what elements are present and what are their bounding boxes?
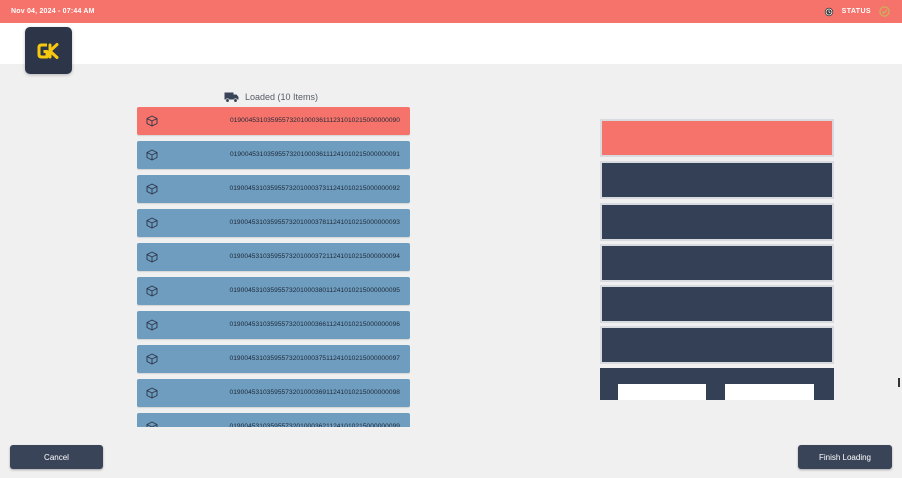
item-code: 0190045310359557320100036611241010215000… xyxy=(229,321,400,328)
truck-icon xyxy=(224,92,239,103)
status-bar: Nov 04, 2024 - 07:44 AM STATUS xyxy=(0,0,902,23)
list-item[interactable]: 0190045310359557320100037811241010215000… xyxy=(137,209,410,237)
list-item[interactable]: 0190045310359557320100036211241010215000… xyxy=(137,413,410,427)
finish-loading-button[interactable]: Finish Loading xyxy=(798,445,892,469)
package-box-icon xyxy=(146,319,158,331)
pallet-layer-5[interactable] xyxy=(600,285,834,323)
package-box-icon xyxy=(146,149,158,161)
item-code: 0190045310359557320100037311241010215000… xyxy=(229,185,400,192)
item-code: 0190045310359557320100036111231010215000… xyxy=(229,117,400,124)
list-item[interactable]: 0190045310359557320100037511241010215000… xyxy=(137,345,410,373)
clock-icon[interactable] xyxy=(824,7,834,17)
list-item[interactable]: 0190045310359557320100036111231010215000… xyxy=(137,107,410,135)
item-code: 0190045310359557320100036211241010215000… xyxy=(229,423,400,427)
pallet-layer-2[interactable] xyxy=(600,161,834,199)
gk-logo-icon xyxy=(37,42,58,59)
item-code: 0190045310359557320100036111241010215000… xyxy=(229,151,400,158)
package-box-icon xyxy=(146,387,158,399)
pallet-base xyxy=(600,368,834,400)
list-item[interactable]: 0190045310359557320100037311241010215000… xyxy=(137,175,410,203)
cancel-button[interactable]: Cancel xyxy=(10,445,103,469)
check-circle-icon xyxy=(879,6,890,17)
datetime-text: Nov 04, 2024 - 07:44 AM xyxy=(11,8,95,15)
loaded-header: Loaded (10 Items) xyxy=(224,89,318,105)
scroll-marker xyxy=(898,378,900,387)
pallet-fork-slot xyxy=(725,384,814,400)
package-box-icon xyxy=(146,421,158,427)
item-code: 0190045310359557320100038011241010215000… xyxy=(229,287,400,294)
pallet-fork-slot xyxy=(618,384,706,400)
gk-logo[interactable] xyxy=(25,27,72,74)
item-code: 0190045310359557320100037811241010215000… xyxy=(229,219,400,226)
list-item[interactable]: 0190045310359557320100038011241010215000… xyxy=(137,277,410,305)
item-code: 0190045310359557320100037211241010215000… xyxy=(229,253,400,260)
item-code: 0190045310359557320100036911241010215000… xyxy=(229,389,400,396)
pallet-layer-1[interactable] xyxy=(600,119,834,157)
package-box-icon xyxy=(146,353,158,365)
list-item[interactable]: 0190045310359557320100036911241010215000… xyxy=(137,379,410,407)
loaded-title: Loaded (10 Items) xyxy=(245,92,319,102)
list-item[interactable]: 0190045310359557320100036611241010215000… xyxy=(137,311,410,339)
header xyxy=(0,23,902,64)
list-item[interactable]: 0190045310359557320100037211241010215000… xyxy=(137,243,410,271)
pallet-diagram xyxy=(600,118,834,402)
package-box-icon xyxy=(146,251,158,263)
pallet-layer-6[interactable] xyxy=(600,326,834,364)
status-area: STATUS xyxy=(824,6,890,17)
status-label: STATUS xyxy=(841,8,871,15)
package-box-icon xyxy=(146,285,158,297)
package-box-icon xyxy=(146,217,158,229)
pallet-layer-3[interactable] xyxy=(600,203,834,241)
pallet-layer-4[interactable] xyxy=(600,244,834,282)
package-box-icon xyxy=(146,115,158,127)
loaded-items-list[interactable]: 0190045310359557320100036111231010215000… xyxy=(137,107,410,427)
item-code: 0190045310359557320100037511241010215000… xyxy=(229,355,400,362)
package-box-icon xyxy=(146,183,158,195)
list-item[interactable]: 0190045310359557320100036111241010215000… xyxy=(137,141,410,169)
